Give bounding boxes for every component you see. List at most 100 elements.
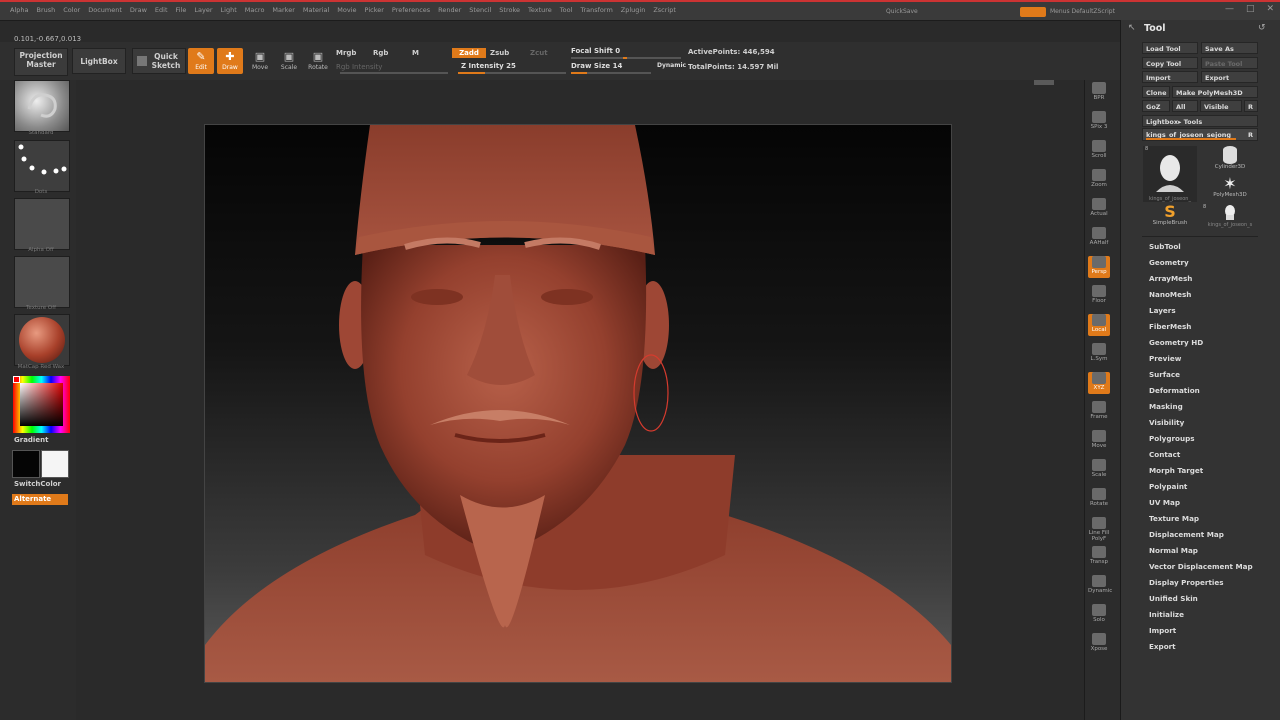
shelf-button-local[interactable]: Local [1088,314,1110,336]
menu-item-tool[interactable]: Tool [560,6,573,14]
tool-menu-polypaint[interactable]: Polypaint [1149,482,1187,491]
shelf-button-aahalf[interactable]: AAHalf [1088,227,1110,249]
tool-menu-polygroups[interactable]: Polygroups [1149,434,1195,443]
tool-menu-geometry[interactable]: Geometry [1149,258,1189,267]
clone-button[interactable]: Clone [1142,86,1170,98]
menu-item-edit[interactable]: Edit [155,6,168,14]
menu-item-draw[interactable]: Draw [130,6,147,14]
import-button[interactable]: Import [1142,71,1198,83]
quick-sketch-button[interactable]: Quick Sketch [132,48,186,74]
projection-master-button[interactable]: Projection Master [14,48,68,76]
quicksave-tag[interactable]: QuickSave [886,8,918,15]
tool-palette-title[interactable]: Tool [1144,23,1166,34]
tool-menu-surface[interactable]: Surface [1149,370,1180,379]
edit-button[interactable]: ✎ Edit [188,48,214,74]
tool-menu-uv-map[interactable]: UV Map [1149,498,1180,507]
tool-thumb-bust[interactable]: 8 kings_of_joseon_ [1143,146,1197,202]
shelf-button-frame[interactable]: Frame [1088,401,1110,423]
copy-tool-button[interactable]: Copy Tool [1142,57,1198,69]
tool-menu-visibility[interactable]: Visibility [1149,418,1184,427]
shelf-button-solo[interactable]: Solo [1088,604,1110,626]
menu-item-stroke[interactable]: Stroke [499,6,520,14]
rgb-button[interactable]: Rgb [373,49,388,57]
lightbox-tools-button[interactable]: Lightbox▸ Tools [1142,115,1258,127]
shelf-button-xyz[interactable]: XYZ [1088,372,1110,394]
zcut-button[interactable]: Zcut [530,49,548,57]
current-tool-slider[interactable]: kings_of_joseon_sejong_ R [1142,128,1258,141]
tool-menu-nanomesh[interactable]: NanoMesh [1149,290,1191,299]
goz-visible-button[interactable]: Visible [1200,100,1242,112]
menu-item-transform[interactable]: Transform [580,6,612,14]
shelf-button-dynamic[interactable]: Dynamic [1088,575,1112,597]
palette-refresh-icon[interactable]: ↺ [1258,23,1266,33]
paste-tool-button[interactable]: Paste Tool [1201,57,1258,69]
canvas-scroll-handle[interactable] [1034,80,1054,85]
alpha-thumbnail[interactable] [14,198,70,250]
move-button[interactable]: ▣ Move [247,48,273,74]
shelf-button-zoom[interactable]: Zoom [1088,169,1110,191]
gradient-button[interactable]: Gradient [14,436,48,444]
sculpt-viewport[interactable] [204,124,952,683]
menu-item-color[interactable]: Color [63,6,80,14]
m-button[interactable]: M [412,49,419,57]
menu-item-stencil[interactable]: Stencil [469,6,491,14]
save-as-button[interactable]: Save As [1201,42,1258,54]
tool-menu-import[interactable]: Import [1149,626,1176,635]
menu-item-movie[interactable]: Movie [337,6,356,14]
menu-item-material[interactable]: Material [303,6,329,14]
secondary-color-swatch[interactable] [41,450,69,478]
shelf-button-actual[interactable]: Actual [1088,198,1110,220]
color-picker[interactable] [13,376,70,433]
zsub-button[interactable]: Zsub [490,49,509,57]
shelf-button-bpr[interactable]: BPR [1088,82,1110,104]
tool-menu-initialize[interactable]: Initialize [1149,610,1184,619]
shelf-button-rotate[interactable]: Rotate [1088,488,1110,510]
tool-thumb-cylinder[interactable]: Cylinder3D [1203,146,1257,176]
draw-button[interactable]: ✚ Draw [217,48,243,74]
tool-menu-contact[interactable]: Contact [1149,450,1180,459]
shelf-button-persp[interactable]: Persp [1088,256,1110,278]
tool-thumb-bust-2[interactable]: 8 kings_of_joseon_s [1203,204,1257,234]
goz-button[interactable]: GoZ [1142,100,1170,112]
shelf-button-floor[interactable]: Floor [1088,285,1110,307]
tool-menu-subtool[interactable]: SubTool [1149,242,1181,251]
tool-menu-texture-map[interactable]: Texture Map [1149,514,1199,523]
menu-item-preferences[interactable]: Preferences [392,6,430,14]
menu-item-alpha[interactable]: Alpha [10,6,28,14]
shelf-button-move[interactable]: Move [1088,430,1110,452]
lightbox-button[interactable]: LightBox [72,48,126,74]
tool-menu-fibermesh[interactable]: FiberMesh [1149,322,1191,331]
shelf-button-transp[interactable]: Transp [1088,546,1110,568]
tool-menu-normal-map[interactable]: Normal Map [1149,546,1198,555]
tool-menu-arraymesh[interactable]: ArrayMesh [1149,274,1192,283]
menu-item-layer[interactable]: Layer [194,6,212,14]
goz-all-button[interactable]: All [1172,100,1198,112]
tool-menu-preview[interactable]: Preview [1149,354,1181,363]
shelf-button-l-sym[interactable]: L.Sym [1088,343,1110,365]
draw-size-slider[interactable]: Draw Size 14 [571,62,622,70]
switch-color-button[interactable]: SwitchColor [14,480,61,488]
export-button[interactable]: Export [1201,71,1258,83]
shelf-button-scale[interactable]: Scale [1088,459,1110,481]
scale-button[interactable]: ▣ Scale [276,48,302,74]
zadd-button[interactable]: Zadd [452,48,486,58]
tool-thumb-simplebrush[interactable]: S SimpleBrush [1143,204,1197,234]
alternate-button[interactable]: Alternate [12,494,68,505]
menu-item-texture[interactable]: Texture [528,6,552,14]
main-color-swatch[interactable] [12,450,40,478]
menu-item-file[interactable]: File [176,6,187,14]
menu-item-macro[interactable]: Macro [245,6,265,14]
menu-item-light[interactable]: Light [221,6,237,14]
dynamic-button[interactable]: Dynamic [657,62,686,69]
shelf-button-spix-3[interactable]: SPix 3 [1088,111,1110,133]
tool-menu-displacement-map[interactable]: Displacement Map [1149,530,1224,539]
texture-thumbnail[interactable] [14,256,70,308]
z-intensity-slider[interactable]: Z Intensity 25 [461,62,516,70]
load-tool-button[interactable]: Load Tool [1142,42,1198,54]
close-icon[interactable]: ✕ [1266,4,1274,14]
shelf-button-scroll[interactable]: Scroll [1088,140,1110,162]
menu-item-picker[interactable]: Picker [365,6,384,14]
tool-menu-morph-target[interactable]: Morph Target [1149,466,1203,475]
menu-item-marker[interactable]: Marker [272,6,294,14]
maximize-icon[interactable]: □ [1246,4,1255,14]
